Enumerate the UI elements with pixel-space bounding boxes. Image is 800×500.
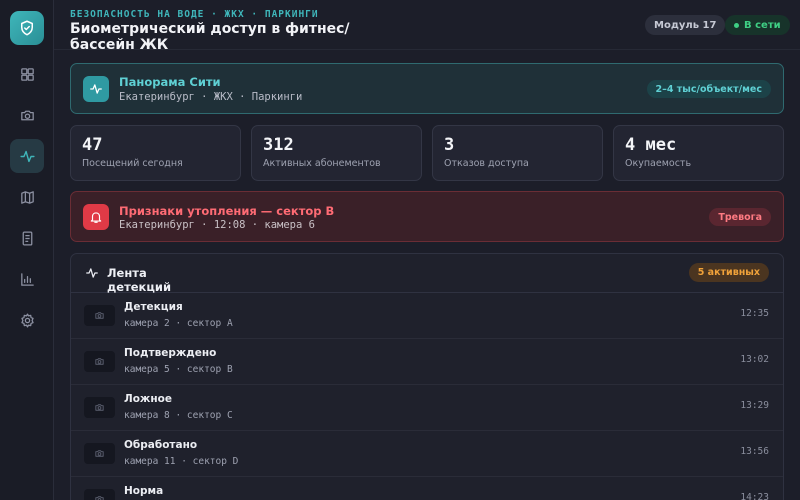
alert-title: Признаки утопления — сектор B [119,204,335,218]
page-title: Биометрический доступ в фитнес/бассейн Ж… [70,21,350,53]
feed-item-meta: камера 5 · сектор B [124,364,233,375]
stat-label: Отказов доступа [444,158,529,169]
feed-item-status: Подтверждено [124,347,217,359]
camera-icon [95,358,104,365]
camera-thumbnail [84,351,115,372]
breadcrumb: БЕЗОПАСНОСТЬ НА ВОДЕ · ЖКХ · ПАРКИНГИ [70,9,319,20]
sidebar [0,0,54,500]
pulse-icon [19,150,35,162]
map-icon [20,190,34,204]
bell-icon [90,212,102,223]
status-label: В сети [744,19,781,31]
gear-icon [20,312,34,328]
module-badge: Модуль 17 [645,15,726,35]
pulse-icon [90,84,102,94]
alert-meta: Екатеринбург · 12:08 · камера 6 [119,219,315,231]
site-card[interactable]: Панорама Сити Екатеринбург · ЖКХ · Парки… [70,63,784,114]
feed-item[interactable]: Детекция камера 2 · сектор A 12:35 [71,293,783,339]
site-name: Панорама Сити [119,75,221,89]
camera-icon [95,496,104,500]
site-meta: Екатеринбург · ЖКХ · Паркинги [119,91,303,103]
nav-monitoring[interactable] [10,139,44,173]
status-badge: В сети [725,15,790,35]
stat-label: Посещений сегодня [82,158,183,169]
camera-icon [95,404,104,411]
camera-icon [20,110,34,120]
stat-card-subscriptions: 312 Активных абонементов [251,125,422,181]
stat-label: Активных абонементов [263,158,381,169]
stat-value: 312 [263,135,294,155]
feed-item-meta: камера 8 · сектор C [124,410,233,421]
stat-card-payback: 4 мес Окупаемость [613,125,784,181]
feed-item-time: 13:02 [740,354,769,365]
nav-dashboard[interactable] [10,57,44,91]
nav-reports[interactable] [10,221,44,255]
document-icon [22,230,32,246]
feed-item-meta: камера 2 · сектор A [124,318,233,329]
feed-item-time: 13:29 [740,400,769,411]
stat-label: Окупаемость [625,158,692,169]
feed-item-status: Норма [124,485,164,497]
nav-settings[interactable] [10,303,44,337]
feed-item-status: Ложное [124,393,172,405]
stat-value: 4 мес [625,135,677,155]
camera-thumbnail [84,443,115,464]
stat-value: 3 [444,135,455,155]
stat-card-visits: 47 Посещений сегодня [70,125,241,181]
feed-item[interactable]: Подтверждено камера 5 · сектор B 13:02 [71,339,783,385]
site-icon [83,76,109,102]
feed-item-status: Обработано [124,439,198,451]
feed-title: Лента детекций [107,266,171,294]
drowning-alert[interactable]: Признаки утопления — сектор B Екатеринбу… [70,191,784,242]
alert-icon-box [83,204,109,230]
detection-feed: Лента детекций 5 активных Детекция камер… [70,253,784,500]
camera-thumbnail [84,489,115,500]
dashboard-grid-icon [20,67,34,81]
status-dot-icon [734,22,739,28]
feed-item-time: 13:56 [740,446,769,457]
feed-item[interactable]: Норма 14:23 [71,477,783,500]
shield-check-icon [21,20,33,36]
stat-card-denials: 3 Отказов доступа [432,125,603,181]
camera-icon [95,450,104,457]
feed-item[interactable]: Обработано камера 11 · сектор D 13:56 [71,431,783,477]
feed-header: Лента детекций 5 активных [71,254,783,294]
stat-value: 47 [82,135,103,155]
nav-map[interactable] [10,180,44,214]
feed-count-badge: 5 активных [688,263,769,282]
camera-thumbnail [84,397,115,418]
pulse-icon [86,268,98,278]
alert-badge: Тревога [709,208,771,226]
header: БЕЗОПАСНОСТЬ НА ВОДЕ · ЖКХ · ПАРКИНГИ Би… [54,0,800,53]
feed-item-status: Детекция [124,301,183,313]
nav-cameras[interactable] [10,98,44,132]
feed-item-meta: камера 11 · сектор D [124,456,239,467]
app-logo[interactable] [10,11,44,45]
nav-analytics[interactable] [10,262,44,296]
camera-thumbnail [84,305,115,326]
bar-chart-icon [20,272,34,286]
feed-item-time: 14:23 [740,492,769,500]
feed-item-time: 12:35 [740,308,769,319]
camera-icon [95,312,104,319]
feed-item[interactable]: Ложное камера 8 · сектор C 13:29 [71,385,783,431]
price-badge: 2–4 тыс/объект/мес [646,80,771,98]
